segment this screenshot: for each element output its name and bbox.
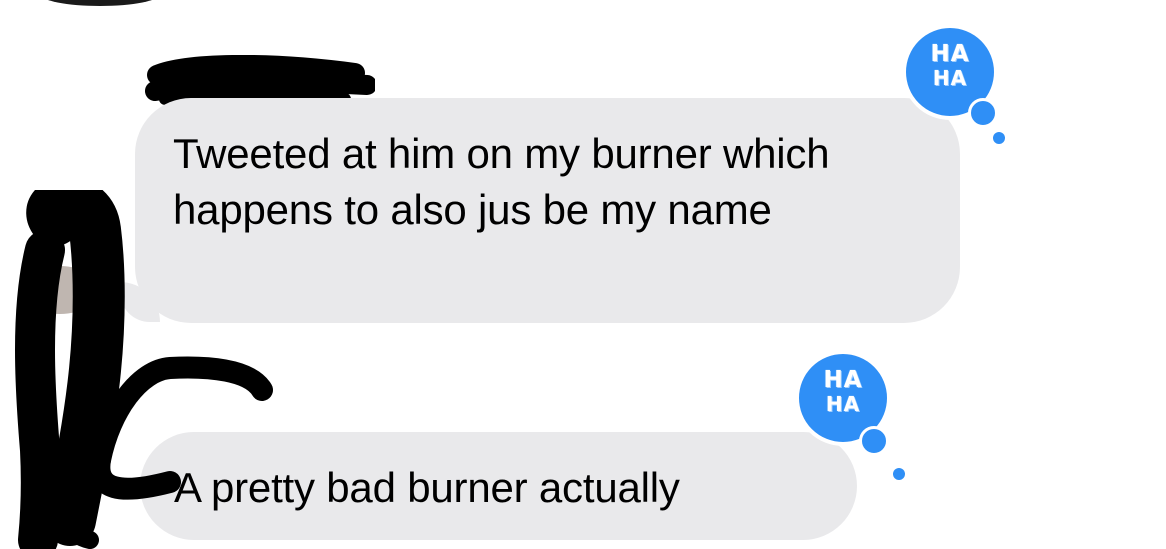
- reaction-label-line1: HA: [823, 367, 863, 393]
- message-text: A pretty bad burner actually: [174, 464, 680, 511]
- cropped-redaction-mark: [40, 0, 160, 6]
- reaction-label-line1: HA: [930, 41, 970, 67]
- message-text: Tweeted at him on my burner which happen…: [173, 130, 830, 233]
- haha-reaction-icon[interactable]: HA HA: [902, 24, 1005, 144]
- reaction-label-line2: HA: [932, 66, 968, 90]
- reaction-tail-dot: [859, 426, 889, 456]
- message-thread: Tweeted at him on my burner which happen…: [0, 0, 1166, 549]
- message-bubble[interactable]: Tweeted at him on my burner which happen…: [135, 98, 960, 323]
- reaction-tail-dot-small: [893, 468, 905, 480]
- message-bubble[interactable]: A pretty bad burner actually: [140, 432, 857, 540]
- reaction-label: HA HA: [902, 42, 998, 90]
- reaction-label-line2: HA: [825, 392, 861, 416]
- reaction-label: HA HA: [795, 368, 891, 416]
- reaction-tail-dot: [968, 98, 998, 128]
- reaction-tail-dot-small: [993, 132, 1005, 144]
- haha-reaction-icon[interactable]: HA HA: [795, 350, 905, 480]
